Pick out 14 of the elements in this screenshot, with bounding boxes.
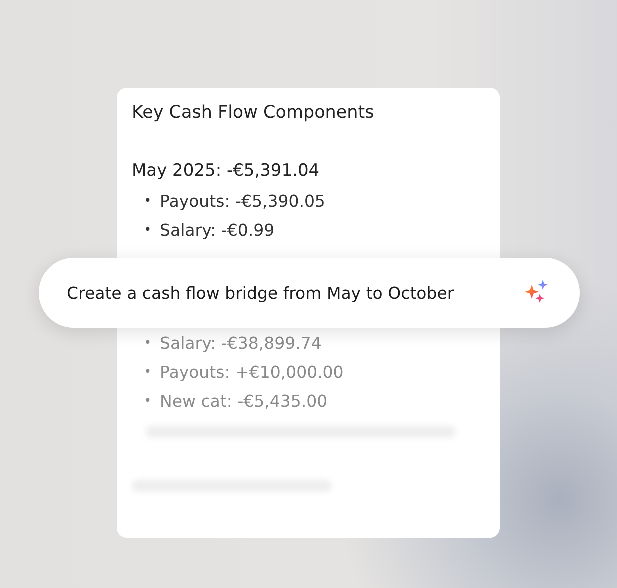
list-item: Payouts: -€5,390.05 — [160, 190, 326, 212]
card-title: Key Cash Flow Components — [132, 102, 376, 125]
bullet: • — [144, 392, 153, 410]
period-heading: May 2025: -€5,391.04 — [132, 160, 321, 183]
list-item: New cat: -€5,435.00 — [160, 390, 328, 412]
list-item: Salary: -€38,899.74 — [160, 332, 322, 354]
list-item: Payouts: +€10,000.00 — [160, 362, 344, 384]
bullet: • — [144, 364, 153, 382]
list-item: Salary: -€0.99 — [160, 220, 275, 242]
prompt-bar[interactable]: Create a cash flow bridge from May to October — [39, 258, 580, 328]
bullet: • — [144, 334, 153, 352]
bullet: • — [144, 192, 153, 210]
prompt-text: Create a cash flow bridge from May to October — [67, 284, 454, 302]
bullet: • — [144, 222, 153, 240]
